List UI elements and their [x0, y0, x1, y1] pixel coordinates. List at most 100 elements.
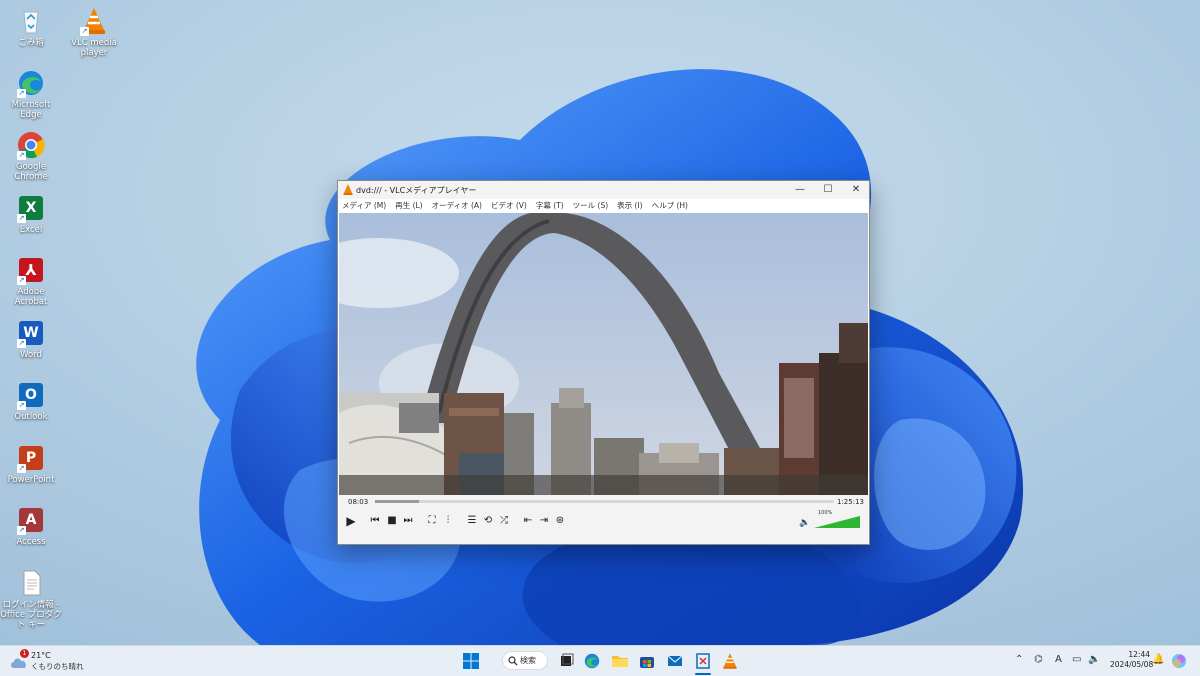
taskbar-edge[interactable] — [583, 652, 601, 670]
desktop-icon-label: Outlook — [14, 412, 48, 422]
desktop-icon-acrobat[interactable]: ⅄ ↗ Adobe Acrobat — [0, 255, 62, 307]
desktop-icon-recycle-bin[interactable]: ごみ箱 — [0, 6, 62, 48]
desktop-icon-document[interactable]: ログイン情報 - Office プロダクト キー — [0, 568, 62, 630]
search-box[interactable]: 検索 — [502, 651, 548, 670]
seek-bar[interactable] — [375, 500, 834, 503]
desktop-icon-label: PowerPoint — [7, 475, 55, 485]
desktop-icon-label: Adobe Acrobat — [14, 287, 48, 307]
control-bar: ▶ ⏮ ■ ⏭ ⛶ ⫶ ☰ ⟲ ⤮ ⇤ ⇥ ⊛ 🔈 100% — [339, 508, 868, 544]
task-view-button[interactable] — [557, 652, 575, 670]
ime-indicator[interactable]: A — [1055, 654, 1062, 666]
next-button[interactable]: ⏭ — [401, 514, 415, 528]
store-icon — [640, 657, 654, 668]
search-icon — [508, 656, 518, 666]
mail-icon — [667, 655, 683, 666]
extended-settings-button[interactable]: ⫶ — [441, 514, 455, 528]
shortcut-arrow-icon: ↗ — [17, 89, 26, 98]
next-chapter-button[interactable]: ⇥ — [537, 514, 551, 528]
recycle-bin-icon — [23, 11, 39, 34]
volume-level — [814, 516, 860, 528]
desktop-icon-edge[interactable]: ↗ Microsoft Edge — [0, 68, 62, 120]
desktop-icon-vlc[interactable]: ↗ VLC media player — [63, 6, 125, 58]
speaker-icon[interactable]: 🔈 — [1088, 654, 1100, 666]
menu-bar: メディア (M) 再生 (L) オーディオ (A) ビデオ (V) 字幕 (T) ツール … — [338, 199, 869, 212]
notification-badge: 1 — [20, 649, 29, 658]
maximize-button[interactable]: ☐ — [814, 181, 842, 199]
previous-button[interactable]: ⏮ — [368, 514, 382, 528]
desktop-icon-outlook[interactable]: O ↗ Outlook — [0, 380, 62, 422]
folder-icon — [612, 656, 628, 667]
menu-view[interactable]: 表示 (I) — [617, 199, 642, 212]
copilot-button[interactable] — [1170, 652, 1188, 670]
display-icon[interactable]: ▭ — [1072, 654, 1081, 666]
clock[interactable]: 12:44 2024/05/08 — [1110, 650, 1153, 670]
shortcut-arrow-icon: ↗ — [17, 526, 26, 535]
desktop-icon-label: Access — [16, 537, 46, 547]
previous-chapter-button[interactable]: ⇤ — [521, 514, 535, 528]
stop-button[interactable]: ■ — [385, 514, 399, 528]
taskbar-vlc[interactable] — [721, 652, 739, 670]
desktop-icon-excel[interactable]: X ↗ Excel — [0, 193, 62, 235]
clock-time: 12:44 — [1128, 650, 1150, 659]
menu-media[interactable]: メディア (M) — [342, 199, 386, 212]
taskbar-file-explorer[interactable] — [611, 652, 629, 670]
volume-slider[interactable] — [814, 516, 860, 528]
shortcut-arrow-icon: ↗ — [17, 276, 26, 285]
title-bar[interactable]: dvd:/// - VLCメディアプレイヤー — ☐ ✕ — [338, 181, 869, 199]
play-button[interactable]: ▶ — [343, 514, 359, 528]
video-frame — [339, 213, 868, 495]
desktop-icon-powerpoint[interactable]: P ↗ PowerPoint — [0, 443, 62, 485]
seek-row: 08:03 1:25:13 — [339, 495, 868, 508]
menu-video[interactable]: ビデオ (V) — [491, 199, 527, 212]
vlc-window[interactable]: dvd:/// - VLCメディアプレイヤー — ☐ ✕ メディア (M) 再生 … — [337, 180, 870, 545]
total-time: 1:25:13 — [837, 498, 864, 506]
search-label: 検索 — [520, 656, 536, 665]
notifications-bell-icon[interactable]: 🔔 — [1152, 654, 1164, 666]
window-title: dvd:/// - VLCメディアプレイヤー — [356, 186, 477, 195]
show-hidden-icons-chevron-icon[interactable]: ⌃ — [1015, 654, 1023, 666]
loop-button[interactable]: ⟲ — [481, 514, 495, 528]
taskbar: 1 21°C くもりのち晴れ 検索 ⌃ ⌬ A ▭ 🔈 12:44 2024/0… — [0, 645, 1200, 676]
desktop-icon-label: Microsoft Edge — [11, 100, 51, 120]
desktop-icon-label: Word — [20, 350, 42, 360]
menu-playback[interactable]: 再生 (L) — [395, 199, 422, 212]
weather-condition: くもりのち晴れ — [31, 662, 84, 671]
task-view-icon — [561, 653, 574, 666]
elapsed-time: 08:03 — [348, 498, 369, 506]
shortcut-arrow-icon: ↗ — [17, 339, 26, 348]
shortcut-arrow-icon: ↗ — [17, 151, 26, 160]
menu-help[interactable]: ヘルプ (H) — [652, 199, 688, 212]
start-button[interactable] — [462, 652, 480, 670]
minimize-button[interactable]: — — [786, 181, 814, 199]
menu-tools[interactable]: ツール (S) — [573, 199, 609, 212]
edge-icon — [584, 653, 600, 669]
shortcut-arrow-icon: ↗ — [17, 401, 26, 410]
shortcut-arrow-icon: ↗ — [80, 27, 89, 36]
desktop-icon-access[interactable]: A ↗ Access — [0, 505, 62, 547]
desktop-icon-word[interactable]: W ↗ Word — [0, 318, 62, 360]
shortcut-arrow-icon: ↗ — [17, 464, 26, 473]
close-button[interactable]: ✕ — [842, 181, 870, 199]
shuffle-button[interactable]: ⤮ — [497, 514, 511, 528]
snipping-tool-icon — [696, 653, 710, 669]
taskbar-store[interactable] — [638, 652, 656, 670]
menu-audio[interactable]: オーディオ (A) — [432, 199, 482, 212]
document-icon — [23, 570, 41, 596]
seek-progress — [375, 500, 419, 503]
taskbar-snipping-tool[interactable] — [694, 652, 712, 670]
desktop-icon-chrome[interactable]: ↗ Google Chrome — [0, 130, 62, 182]
network-status-icon[interactable]: ⌬ — [1034, 654, 1043, 666]
fullscreen-button[interactable]: ⛶ — [425, 514, 439, 528]
playlist-button[interactable]: ☰ — [465, 514, 479, 528]
dvd-menu-button[interactable]: ⊛ — [553, 514, 567, 528]
vlc-icon — [343, 184, 353, 195]
desktop-icon-label: ごみ箱 — [18, 38, 44, 48]
desktop-icon-label: Google Chrome — [14, 162, 48, 182]
desktop-icon-label: Excel — [19, 225, 43, 235]
volume-icon[interactable]: 🔈 — [799, 518, 810, 528]
windows-logo-icon — [463, 653, 479, 669]
copilot-icon — [1172, 654, 1186, 668]
taskbar-mail[interactable] — [666, 652, 684, 670]
video-area[interactable] — [339, 213, 868, 495]
menu-subtitle[interactable]: 字幕 (T) — [536, 199, 564, 212]
